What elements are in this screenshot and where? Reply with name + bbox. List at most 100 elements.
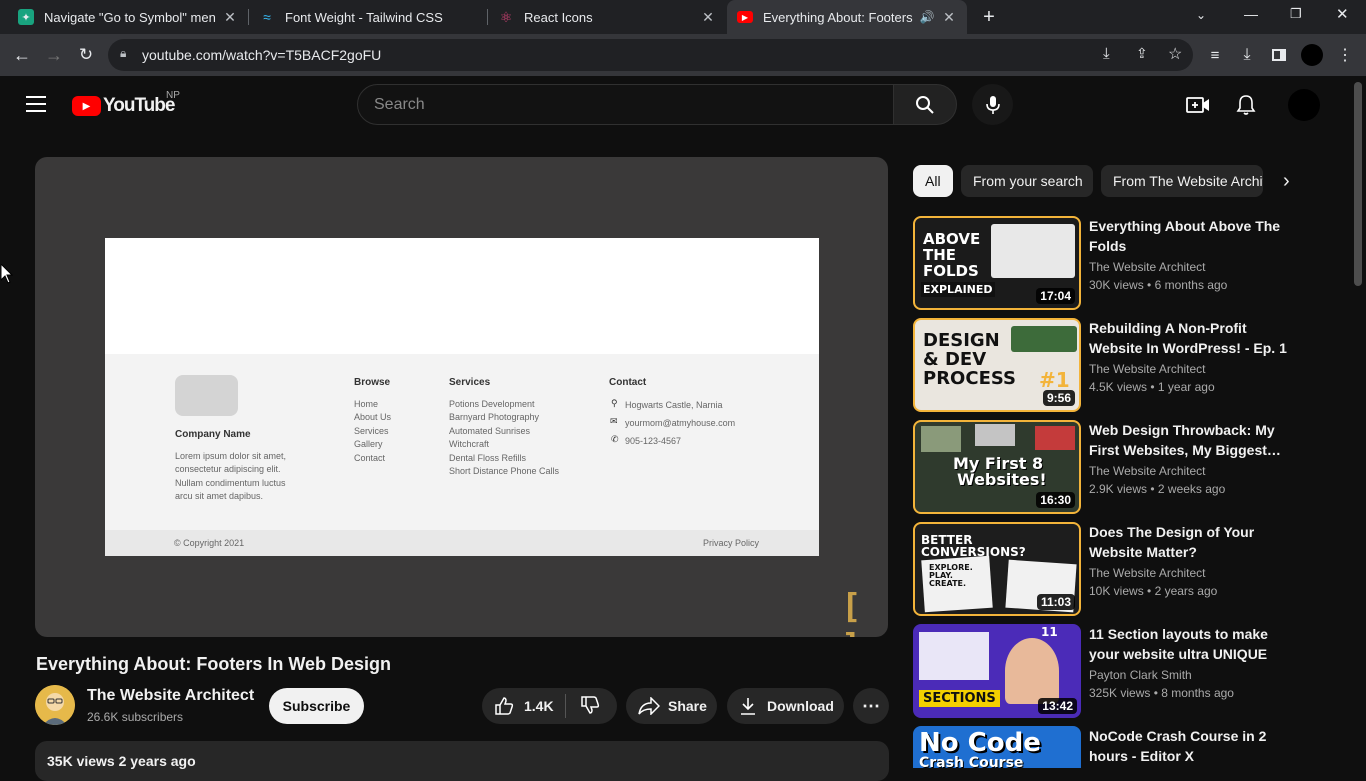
description-box[interactable]: 35K views 2 years ago <box>35 741 889 781</box>
close-tab-icon[interactable]: ✕ <box>941 9 957 25</box>
react-icon: ⚛ <box>499 8 513 25</box>
browser-tab-2[interactable]: ≈ Font Weight - Tailwind CSS <box>249 0 487 34</box>
thumb-text: FOLDS <box>923 262 979 280</box>
close-window-icon[interactable]: ✕ <box>1336 5 1349 23</box>
thumb-text: Crash Course <box>919 755 1024 768</box>
rec-title[interactable]: 11 Section layouts to make your website … <box>1089 624 1299 664</box>
notifications-bell-icon[interactable] <box>1236 94 1256 121</box>
browser-tab-3[interactable]: ⚛ React Icons ✕ <box>488 0 726 34</box>
rec-age: 2 weeks ago <box>1157 482 1226 496</box>
browse-link: About Us <box>354 412 392 422</box>
voice-search-button[interactable] <box>972 84 1013 125</box>
recommended-video[interactable]: My First 8 Websites! 16:30 Web Design Th… <box>913 420 1333 516</box>
share-button[interactable]: Share <box>626 688 717 724</box>
rec-channel[interactable]: Payton Clark Smith <box>1089 668 1192 682</box>
lorem-line: arcu sit amet dapibus. <box>175 491 264 501</box>
microphone-icon <box>985 95 1000 114</box>
rec-title[interactable]: Everything About Above The Folds <box>1089 216 1299 256</box>
rec-title[interactable]: NoCode Crash Course in 2 hours - Editor … <box>1089 726 1299 766</box>
video-thumbnail[interactable]: 11 SECTIONS 13:42 <box>913 624 1081 718</box>
chip-from-channel[interactable]: From The Website Architect <box>1101 165 1263 197</box>
browse-link: Contact <box>354 453 386 463</box>
video-thumbnail[interactable]: BETTER CONVERSIONS? EXPLORE. PLAY. CREAT… <box>913 522 1081 616</box>
restore-icon[interactable]: ❐ <box>1290 6 1302 22</box>
service-link: Dental Floss Refills <box>449 453 527 463</box>
rec-channel[interactable]: The Website Architect <box>1089 464 1206 478</box>
dislike-button[interactable] <box>566 695 600 718</box>
tailwind-icon: ≈ <box>263 9 271 25</box>
rec-age: 2 years ago <box>1154 584 1218 598</box>
install-icon[interactable]: ⤓ <box>1103 45 1110 62</box>
channel-avatar[interactable] <box>35 685 75 725</box>
thumb-tag: SECTIONS <box>919 690 1000 707</box>
reload-icon[interactable]: ↻ <box>73 42 99 68</box>
recommended-video[interactable]: 11 SECTIONS 13:42 11 Section layouts to … <box>913 624 1333 720</box>
browser-toolbar: ← → ↻ 🔒︎ youtube.com/watch?v=T5BACF2goFU… <box>0 34 1366 76</box>
search-button[interactable] <box>893 84 957 125</box>
video-thumbnail[interactable]: ABOVE THE FOLDS EXPLAINED 17:04 <box>913 216 1081 310</box>
close-tab-icon[interactable]: ✕ <box>700 9 716 25</box>
youtube-header: ▶ YouTube NP Search <box>0 76 1350 134</box>
tab-search-icon[interactable]: ⌄ <box>1196 8 1206 22</box>
create-video-icon[interactable] <box>1186 95 1210 120</box>
hamburger-menu-icon[interactable] <box>26 96 46 112</box>
service-link: Barnyard Photography <box>449 412 540 422</box>
logo-placeholder <box>175 375 238 416</box>
side-panel-icon[interactable] <box>1266 42 1292 68</box>
video-player[interactable]: Company Name Lorem ipsum dolor sit amet,… <box>35 157 888 637</box>
chip-all[interactable]: All <box>913 165 953 197</box>
rec-title[interactable]: Web Design Throwback: My First Websites,… <box>1089 420 1299 460</box>
video-thumbnail[interactable]: DESIGN & DEV PROCESS #1 9:56 <box>913 318 1081 412</box>
rec-channel[interactable]: The Website Architect <box>1089 566 1206 580</box>
video-thumbnail[interactable]: No Code Crash Course <box>913 726 1081 768</box>
page-scrollbar-thumb[interactable] <box>1354 82 1362 286</box>
close-tab-icon[interactable]: ✕ <box>222 9 238 25</box>
youtube-icon: ▶ <box>737 11 753 23</box>
share-page-icon[interactable]: ⇪ <box>1136 45 1148 62</box>
minimize-icon[interactable]: — <box>1244 6 1258 22</box>
recommended-video[interactable]: No Code Crash Course NoCode Crash Course… <box>913 726 1333 768</box>
video-frame-footer-mockup: Company Name Lorem ipsum dolor sit amet,… <box>105 238 819 556</box>
bookmark-star-icon[interactable]: ☆ <box>1168 44 1182 64</box>
rec-channel[interactable]: The Website Architect <box>1089 260 1206 274</box>
speaker-icon[interactable]: 🔊 <box>919 9 935 25</box>
like-count: 1.4K <box>524 698 554 714</box>
more-actions-icon[interactable]: ⋯ <box>853 688 889 724</box>
rec-title[interactable]: Rebuilding A Non-Profit Website In WordP… <box>1089 318 1299 358</box>
thumb-text: BETTER CONVERSIONS? <box>921 533 1026 559</box>
account-avatar[interactable] <box>1288 89 1320 121</box>
thumb-tag: EXPLAINED <box>921 282 995 297</box>
like-button[interactable]: 1.4K <box>482 694 566 718</box>
profile-avatar[interactable] <box>1299 42 1325 68</box>
recommended-video[interactable]: ABOVE THE FOLDS EXPLAINED 17:04 Everythi… <box>913 216 1333 312</box>
rec-channel[interactable]: The Website Architect <box>1089 362 1206 376</box>
downloads-icon[interactable]: ⤓ <box>1234 42 1260 68</box>
subscribe-button[interactable]: Subscribe <box>269 688 364 724</box>
back-icon[interactable]: ← <box>9 42 35 68</box>
share-label: Share <box>668 698 707 714</box>
search-placeholder: Search <box>374 96 425 113</box>
download-button[interactable]: Download <box>727 688 844 724</box>
new-tab-icon[interactable]: + <box>978 6 1000 28</box>
thumb-text: & DEV <box>923 349 987 370</box>
video-thumbnail[interactable]: My First 8 Websites! 16:30 <box>913 420 1081 514</box>
rec-title[interactable]: Does The Design of Your Website Matter? … <box>1089 522 1299 562</box>
recommended-video[interactable]: DESIGN & DEV PROCESS #1 9:56 Rebuilding … <box>913 318 1333 414</box>
chip-from-your-search[interactable]: From your search <box>961 165 1093 197</box>
channel-name[interactable]: The Website Architect <box>87 687 254 705</box>
rec-meta: 2.9K views • 2 weeks ago <box>1089 482 1226 496</box>
tab-title: Font Weight - Tailwind CSS <box>285 9 443 25</box>
address-bar[interactable]: 🔒︎ youtube.com/watch?v=T5BACF2goFU ⤓ ⇪ ☆ <box>108 39 1193 71</box>
forward-icon[interactable]: → <box>41 42 67 68</box>
contact-phone: 905-123-4567 <box>625 436 682 446</box>
thumb-text: PROCESS <box>923 368 1016 389</box>
youtube-logo[interactable]: ▶ YouTube <box>72 95 175 117</box>
chevron-right-icon[interactable]: › <box>1283 170 1290 193</box>
thumb-text: 11 <box>1041 625 1058 639</box>
media-controls-icon[interactable]: ≡ <box>1202 42 1228 68</box>
search-input[interactable]: Search <box>357 84 894 125</box>
browser-menu-icon[interactable]: ⋮ <box>1332 42 1358 68</box>
browser-tab-active[interactable]: ▶ Everything About: Footers In Web Desig… <box>727 0 967 34</box>
browser-tab-1[interactable]: ✦ Navigate "Go to Symbol" menu ✕ <box>8 0 248 34</box>
recommended-video[interactable]: BETTER CONVERSIONS? EXPLORE. PLAY. CREAT… <box>913 522 1333 618</box>
